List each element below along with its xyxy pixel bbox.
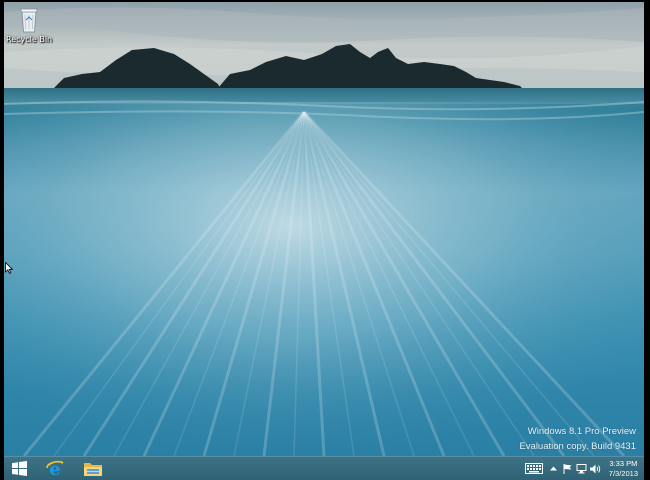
watermark-line-edition: Windows 8.1 Pro Preview	[527, 426, 636, 437]
internet-explorer-button[interactable]: e	[38, 457, 72, 480]
desktop-icon-label: Recycle Bin	[6, 35, 53, 44]
network-button[interactable]	[575, 457, 589, 480]
folder-icon	[84, 462, 102, 476]
action-center-button[interactable]	[561, 457, 575, 480]
clock-time: 3:33 PM	[609, 458, 638, 468]
screen: Recycle Bin Windows 8.1 Pro Preview Eval…	[0, 0, 650, 480]
taskbar[interactable]: e 3:33 PM 7/3/2013	[4, 456, 644, 480]
mouse-pointer-icon	[5, 262, 13, 274]
recycle-bin-icon	[20, 8, 38, 33]
file-explorer-button[interactable]	[76, 457, 110, 480]
touch-keyboard-button[interactable]	[521, 457, 547, 480]
keyboard-icon	[524, 463, 543, 474]
chevron-up-icon	[550, 466, 558, 471]
taskbar-clock[interactable]: 3:33 PM 7/3/2013	[603, 459, 644, 479]
evaluation-watermark: Windows 8.1 Pro Preview Evaluation copy.…	[519, 424, 636, 454]
watermark-line-build: Evaluation copy. Build 9431	[519, 441, 636, 452]
desktop[interactable]: Recycle Bin Windows 8.1 Pro Preview Eval…	[4, 2, 644, 456]
desktop-icon-recycle-bin[interactable]: Recycle Bin	[6, 4, 52, 44]
clock-date: 7/3/2013	[608, 468, 638, 478]
network-icon	[576, 463, 587, 473]
flag-icon	[563, 463, 572, 474]
system-tray: 3:33 PM 7/3/2013	[521, 457, 644, 480]
wallpaper	[4, 2, 644, 456]
volume-button[interactable]	[589, 457, 603, 480]
windows-logo-icon	[11, 461, 27, 476]
show-hidden-icons-button[interactable]	[547, 457, 561, 480]
internet-explorer-icon: e	[46, 459, 64, 479]
speaker-icon	[590, 464, 601, 473]
start-button[interactable]	[4, 457, 34, 480]
